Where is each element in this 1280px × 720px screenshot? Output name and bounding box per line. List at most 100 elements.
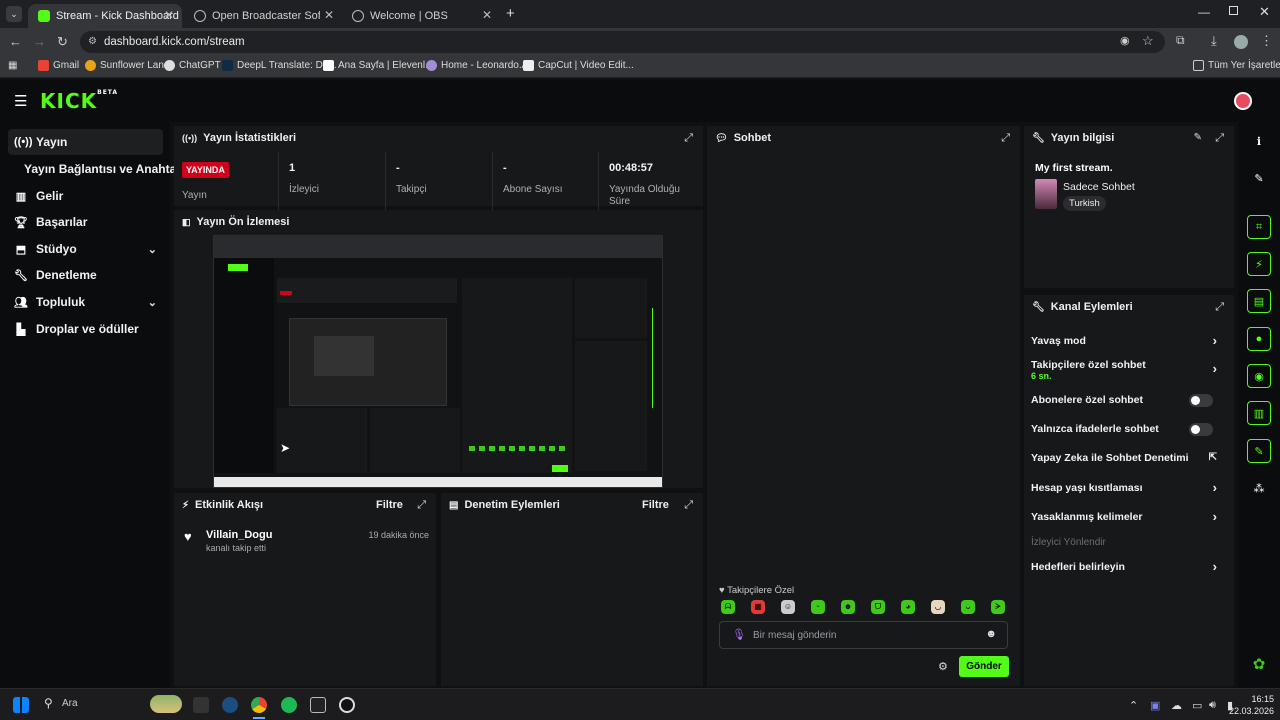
all-bookmarks[interactable]: Tüm Yer İşaretleri [1193,60,1280,71]
edit-icon[interactable]: ✎ [1194,132,1202,143]
display-icon[interactable]: ▭ [1192,699,1202,712]
forward-icon[interactable]: → [33,34,46,49]
chat-bubble-icon[interactable]: ● [1247,327,1271,351]
info-icon[interactable]: ℹ [1247,129,1271,153]
subs-chat-toggle[interactable] [1189,394,1213,407]
close-window-button[interactable]: ✕ [1259,4,1270,20]
goals-row[interactable]: Hedefleri belirleyin › [1031,559,1227,577]
bookmark-elevenlabs[interactable]: Ana Sayfa | Elevenl... [323,60,433,71]
age-restrict-row[interactable]: Hesap yaşı kısıtlaması › [1031,480,1227,498]
extensions-icon[interactable]: ⧉ [1176,33,1185,48]
sidebar-item-topluluk[interactable]: 👥︎ Topluluk ⌄ [8,289,163,315]
cloud-icon[interactable]: ☁ [1171,699,1182,712]
sidebar-item-yayin[interactable]: ((•)) Yayın [8,129,163,155]
minimize-button[interactable]: — [1198,5,1210,19]
broadcast-icon[interactable]: ◉ [1247,364,1271,388]
tab-obs[interactable]: Open Broadcaster Software | Ol ✕ [184,4,342,28]
emote-1[interactable]: ᗣ [721,600,735,614]
expand-icon[interactable]: ⤢ [684,132,693,145]
obs-icon[interactable] [339,697,355,713]
server-icon[interactable]: ▥ [1247,401,1271,425]
emote-8[interactable]: ◡ [931,600,945,614]
kick-logo[interactable]: KICKBETA [40,89,118,113]
lightning-icon[interactable]: ⚡︎ [1247,252,1271,276]
chatgpt-icon[interactable]: ✿ [1247,652,1271,676]
filter-button[interactable]: Filtre [642,499,669,511]
bookmark-sunflower[interactable]: Sunflower Land [85,60,170,71]
clock[interactable]: 16:15 22.03.2026 [1226,693,1274,717]
activity-username[interactable]: Villain_Dogu [206,529,272,541]
menu-icon[interactable]: ⋮ [1260,33,1273,49]
emote-6[interactable]: ᗜ [871,600,885,614]
stream-preview-video[interactable]: ➤ [213,235,663,488]
chat-settings-icon[interactable]: ⚙ [938,660,948,673]
chrome-icon[interactable] [251,697,267,713]
emote-chat-toggle[interactable] [1189,423,1213,436]
tray-chevron-icon[interactable]: ⌃ [1129,699,1138,712]
sidebar-item-studyo[interactable]: ⬒ Stüdyo ⌄ [8,236,163,262]
reload-icon[interactable]: ↻ [57,34,68,50]
emote-7[interactable]: ◕ [901,600,915,614]
profile-avatar[interactable] [1234,35,1248,49]
close-tab-icon[interactable]: ✕ [324,8,334,22]
maximize-button[interactable] [1229,6,1238,15]
wrench-icon[interactable]: ✎ [1247,439,1271,463]
emote-9[interactable]: ᴗ [961,600,975,614]
file-explorer-icon[interactable] [193,697,209,713]
followers-chat-row[interactable]: Takipçilere özel sohbet 6 sn. › [1031,359,1227,383]
bookmark-leonardo[interactable]: Home - Leonardo.Ai [426,60,531,71]
chat-input[interactable]: 🎙︎ Bir mesaj gönderin ☻ [719,621,1008,649]
close-tab-icon[interactable]: ✕ [164,8,174,22]
bookmark-capcut[interactable]: CapCut | Video Edit... [523,60,634,71]
community-icon[interactable]: ⁂ [1247,476,1271,500]
ai-mod-row[interactable]: Yapay Zeka ile Sohbet Denetimi ⇱ [1031,452,1227,468]
volume-icon[interactable]: 🔊︎ [1209,699,1216,712]
sidebar-item-gelir[interactable]: ▥ Gelir [8,183,163,209]
site-info-icon[interactable]: ⚙ [88,31,97,53]
user-avatar[interactable] [1234,92,1252,110]
expand-icon[interactable]: ⤢ [684,499,693,512]
filter-button[interactable]: Filtre [376,499,403,511]
tab-search-button[interactable]: ⌄ [6,6,22,22]
sidebar-item-stream-key[interactable]: Yayın Bağlantısı ve Anahtarı [18,156,184,182]
download-icon[interactable]: ⤓ [1211,33,1217,49]
microphone-icon[interactable]: 🎙︎ [732,628,746,641]
back-icon[interactable]: ← [9,34,22,49]
windows-start-icon[interactable] [13,697,29,713]
emote-3[interactable]: ☺ [781,600,795,614]
steam-icon[interactable] [222,697,238,713]
clip-icon[interactable]: ⌗ [1247,215,1271,239]
emote-10[interactable]: ᗒ [991,600,1005,614]
expand-icon[interactable]: ⤢ [1215,301,1224,314]
sidebar-item-denetleme[interactable]: 🔧︎ Denetleme [8,262,163,288]
emoji-icon[interactable]: ☻ [985,628,997,640]
bookmark-star-icon[interactable]: ☆ [1142,33,1154,49]
send-button[interactable]: Gönder [959,656,1009,677]
sidebar-item-droplar[interactable]: ▙ Droplar ve ödüller [8,316,163,342]
new-tab-button[interactable]: + [506,5,515,22]
banned-words-row[interactable]: Yasaklanmış kelimeler › [1031,509,1227,527]
tab-kick-dashboard[interactable]: Stream - Kick Dashboard ✕ [28,4,182,28]
teams-icon[interactable]: ▣ [1150,699,1160,712]
pencil-icon[interactable]: ✎ [1247,166,1271,190]
hamburger-menu-icon[interactable]: ☰ [14,92,27,110]
emote-5[interactable]: ☻ [841,600,855,614]
bookmark-gmail[interactable]: Gmail [38,60,79,71]
tab-welcome-obs[interactable]: Welcome | OBS ✕ [342,4,500,28]
chevron-down-icon[interactable]: ⌄ [148,243,157,256]
expand-icon[interactable]: ⤢ [1001,132,1010,145]
sidebar-item-basarilar[interactable]: 🏆︎ Başarılar [8,209,163,235]
document-icon[interactable]: ▤ [1247,289,1271,313]
taskbar-search[interactable]: ⚲ Ara [40,694,190,716]
bookmark-chatgpt[interactable]: ChatGPT [164,60,221,71]
emote-4[interactable]: ᵕ [811,600,825,614]
spotify-icon[interactable] [281,697,297,713]
bookmark-deepl[interactable]: DeepL Translate: Dü... [222,60,337,71]
eye-off-icon[interactable]: ◉ [1120,34,1130,47]
emote-2[interactable]: ▦ [751,600,765,614]
expand-icon[interactable]: ⤢ [1215,132,1224,145]
url-input[interactable]: ⚙ dashboard.kick.com/stream [80,31,1165,53]
slow-mode-row[interactable]: Yavaş mod › [1031,333,1227,351]
epic-games-icon[interactable] [310,697,326,713]
expand-icon[interactable]: ⤢ [417,499,426,512]
